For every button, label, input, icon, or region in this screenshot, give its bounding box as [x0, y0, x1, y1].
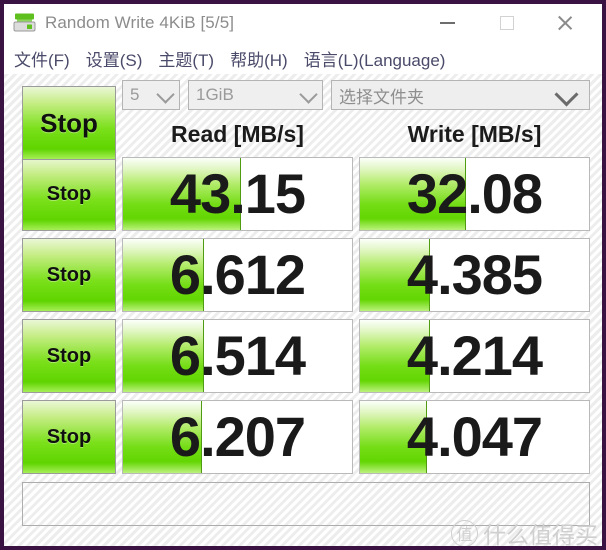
write-result-box[interactable]: 4.214 [359, 319, 590, 393]
result-row: Stop 6.514 4.214 [22, 319, 590, 393]
read-result-box[interactable]: 43.15 [122, 157, 353, 231]
menu-item-settings[interactable]: 设置(S) [86, 46, 143, 71]
read-result-box[interactable]: 6.207 [122, 400, 353, 474]
run-count-value: 5 [130, 85, 140, 104]
minimize-button[interactable] [424, 4, 470, 42]
result-row: Stop 43.15 32.08 [22, 157, 590, 231]
disk-drive-icon [12, 10, 38, 36]
result-row: Stop 6.612 4.385 [22, 238, 590, 312]
minimize-icon [439, 22, 455, 24]
title-bar: Random Write 4KiB [5/5] [4, 4, 602, 42]
write-value: 32.08 [406, 162, 543, 225]
write-result-box[interactable]: 4.047 [359, 400, 590, 474]
write-value: 4.214 [406, 324, 543, 387]
read-value: 6.612 [169, 243, 306, 306]
watermark-badge: 值 [451, 519, 478, 546]
read-value: 6.514 [169, 324, 306, 387]
application-window: Random Write 4KiB [5/5] 文件(F) 设置(S) 主题(T… [0, 0, 606, 550]
menu-bar: 文件(F) 设置(S) 主题(T) 帮助(H) 语言(L)(Language) [4, 42, 602, 74]
window-title: Random Write 4KiB [5/5] [45, 13, 235, 32]
write-column-header: Write [MB/s] [407, 120, 542, 147]
test-size-dropdown[interactable]: 1GiB [188, 80, 323, 110]
test-size-value: 1GiB [196, 85, 234, 104]
row-stop-button[interactable]: Stop [22, 400, 116, 474]
close-icon [556, 14, 574, 32]
close-button[interactable] [542, 4, 588, 42]
main-body: 5 1GiB 选择文件夹 Stop Read [MB/s] Write [MB/… [4, 74, 602, 546]
row-stop-button[interactable]: Stop [22, 319, 116, 393]
watermark: 值 什么值得买 [451, 516, 598, 548]
all-stop-button[interactable]: Stop [22, 86, 116, 160]
read-result-box[interactable]: 6.612 [122, 238, 353, 312]
row-stop-button[interactable]: Stop [22, 238, 116, 312]
write-result-box[interactable]: 4.385 [359, 238, 590, 312]
write-value: 4.047 [406, 405, 543, 468]
menu-item-file[interactable]: 文件(F) [14, 46, 70, 71]
menu-item-language[interactable]: 语言(L)(Language) [304, 46, 446, 71]
read-result-box[interactable]: 6.514 [122, 319, 353, 393]
menu-item-help[interactable]: 帮助(H) [230, 46, 288, 71]
read-value: 6.207 [169, 405, 306, 468]
result-row: Stop 6.207 4.047 [22, 400, 590, 474]
write-value: 4.385 [406, 243, 543, 306]
chevron-down-icon [156, 85, 175, 104]
folder-select-dropdown[interactable]: 选择文件夹 [331, 80, 590, 110]
menu-item-theme[interactable]: 主题(T) [158, 46, 214, 71]
read-value: 43.15 [169, 162, 306, 225]
run-count-dropdown[interactable]: 5 [122, 80, 180, 110]
watermark-text: 什么值得买 [483, 522, 598, 548]
chevron-down-icon [554, 82, 579, 107]
chevron-down-icon [299, 85, 318, 104]
maximize-icon [500, 16, 514, 30]
read-column-header: Read [MB/s] [171, 120, 304, 147]
row-stop-button[interactable]: Stop [22, 157, 116, 231]
folder-select-value: 选择文件夹 [339, 87, 424, 107]
maximize-button[interactable] [484, 4, 530, 42]
write-result-box[interactable]: 32.08 [359, 157, 590, 231]
